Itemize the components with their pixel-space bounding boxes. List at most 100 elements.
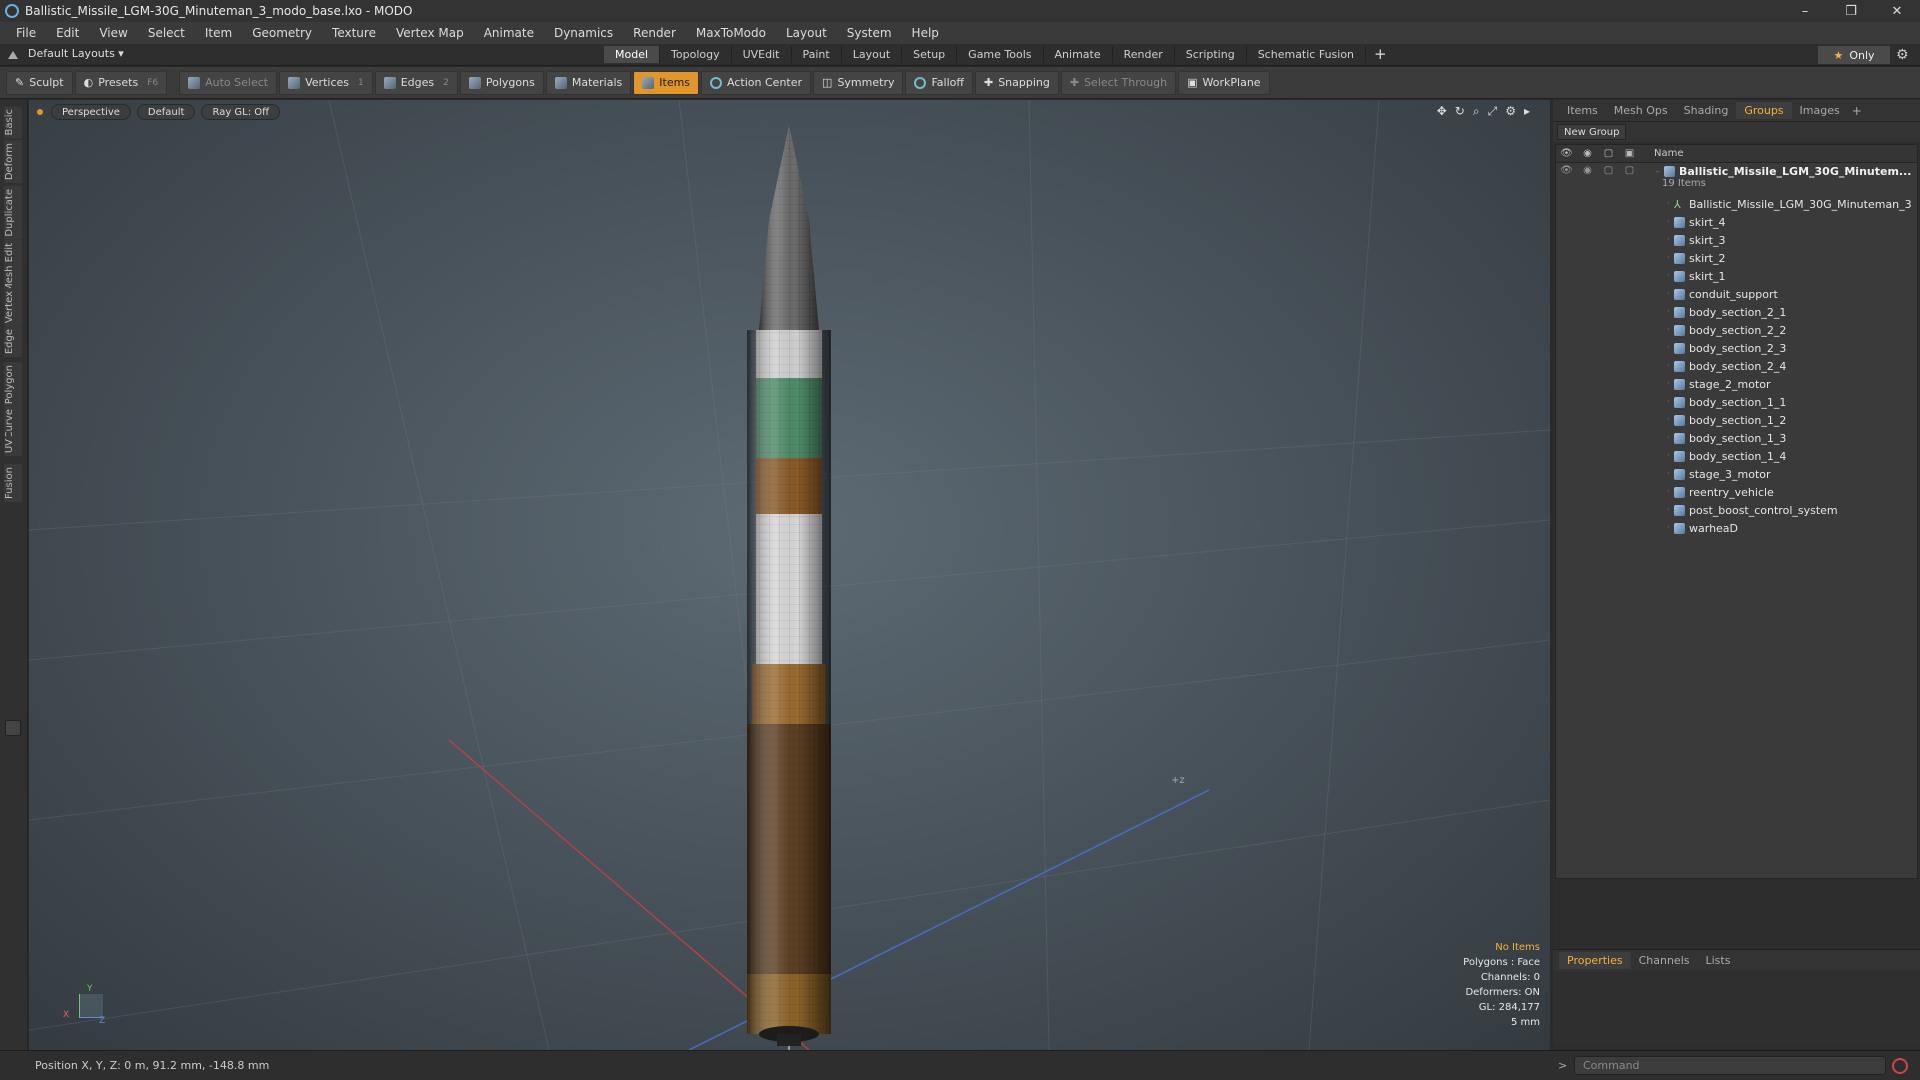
tab-game-tools[interactable]: Game Tools	[957, 46, 1044, 63]
view-mode-pill[interactable]: Perspective	[51, 104, 131, 120]
menu-dynamics[interactable]: Dynamics	[544, 26, 623, 40]
list-item[interactable]: · ⅄ Ballistic_Missile_LGM_30G_Minuteman_3	[1556, 195, 1917, 213]
left-tab-polygon[interactable]: Polygon	[4, 362, 22, 408]
menu-edit[interactable]: Edit	[46, 26, 89, 40]
left-tab-vertex[interactable]: Vertex	[4, 288, 22, 327]
list-item[interactable]: · body_section_2_3	[1556, 339, 1917, 357]
menu-item[interactable]: Item	[195, 26, 242, 40]
list-item[interactable]: · body_section_2_4	[1556, 357, 1917, 375]
list-item[interactable]: · stage_3_motor	[1556, 465, 1917, 483]
symmetry-button[interactable]: ◫ Symmetry	[813, 70, 904, 95]
list-item[interactable]: · skirt_4	[1556, 213, 1917, 231]
auto-select-button[interactable]: Auto Select	[179, 70, 278, 95]
list-item[interactable]: · conduit_support	[1556, 285, 1917, 303]
viewport-expand-icon[interactable]: ▸	[1524, 104, 1530, 119]
tab-model[interactable]: Model	[604, 46, 661, 63]
menu-render[interactable]: Render	[623, 26, 686, 40]
materials-button[interactable]: Materials	[545, 70, 632, 95]
right-tab-images[interactable]: Images	[1792, 102, 1848, 119]
layout-selector[interactable]: Default Layouts ▾	[8, 47, 124, 60]
menu-layout[interactable]: Layout	[776, 26, 837, 40]
3d-viewport[interactable]: Perspective Default Ray GL: Off ✥ ↻ ⌕ ⤢ …	[29, 100, 1550, 1050]
menu-animate[interactable]: Animate	[474, 26, 544, 40]
tab-uvedit[interactable]: UVEdit	[732, 46, 792, 63]
menu-vertex-map[interactable]: Vertex Map	[386, 26, 474, 40]
action-center-button[interactable]: Action Center	[701, 70, 812, 95]
snapping-button[interactable]: ✚ Snapping	[974, 70, 1059, 95]
tab-setup[interactable]: Setup	[902, 46, 958, 63]
left-tab-mesh-edit[interactable]: Mesh Edit	[4, 240, 22, 295]
command-input[interactable]	[1574, 1056, 1886, 1075]
only-button[interactable]: ★ Only	[1818, 46, 1890, 64]
right-tab-items[interactable]: Items	[1559, 102, 1606, 119]
close-button[interactable]: ✕	[1874, 0, 1920, 22]
vertices-button[interactable]: Vertices 1	[279, 70, 373, 95]
presets-button[interactable]: ◐ Presets F6	[74, 70, 168, 95]
group-select-icon[interactable]: ▢	[1619, 165, 1640, 176]
left-tab-uv[interactable]: UV	[4, 436, 22, 457]
left-tab-duplicate[interactable]: Duplicate	[4, 186, 22, 240]
list-item[interactable]: · body_section_2_1	[1556, 303, 1917, 321]
workplane-button[interactable]: ▣ WorkPlane	[1178, 70, 1270, 95]
list-item[interactable]: · skirt_1	[1556, 267, 1917, 285]
viewport-settings-icon[interactable]: ⚙	[1505, 104, 1516, 119]
collapse-icon[interactable]: –	[1640, 167, 1661, 177]
tab-topology[interactable]: Topology	[660, 46, 732, 63]
list-item[interactable]: · body_section_2_2	[1556, 321, 1917, 339]
group-lock-icon[interactable]: ▢	[1598, 165, 1619, 176]
falloff-button[interactable]: Falloff	[905, 70, 973, 95]
fit-icon[interactable]: ⤢	[1488, 104, 1498, 119]
maximize-button[interactable]: ❐	[1828, 0, 1874, 22]
list-item[interactable]: · stage_2_motor	[1556, 375, 1917, 393]
group-row[interactable]: 👁 ◉ ▢ ▢ – Ballistic_Missile_LGM_30G_Minu…	[1556, 163, 1917, 195]
tab-schematic-fusion[interactable]: Schematic Fusion	[1247, 46, 1367, 63]
menu-texture[interactable]: Texture	[322, 26, 386, 40]
raygl-pill[interactable]: Ray GL: Off	[201, 104, 281, 120]
group-render-icon[interactable]: ◉	[1577, 165, 1598, 176]
sculpt-button[interactable]: ✎ Sculpt	[6, 70, 73, 95]
right-tab-shading[interactable]: Shading	[1676, 102, 1737, 119]
minimize-button[interactable]: –	[1782, 0, 1828, 22]
command-arrow-icon[interactable]: >	[1558, 1059, 1567, 1072]
menu-system[interactable]: System	[837, 26, 902, 40]
group-visibility-icon[interactable]: 👁	[1556, 165, 1577, 176]
menu-help[interactable]: Help	[902, 26, 949, 40]
list-item[interactable]: · warheaD	[1556, 519, 1917, 537]
props-tab-channels[interactable]: Channels	[1631, 952, 1698, 969]
lock-column-icon[interactable]: ▢	[1598, 148, 1619, 159]
list-item[interactable]: · skirt_2	[1556, 249, 1917, 267]
command-record-icon[interactable]	[1892, 1058, 1908, 1074]
items-button[interactable]: Items	[633, 70, 700, 95]
shading-mode-pill[interactable]: Default	[136, 104, 196, 120]
polygons-button[interactable]: Polygons	[459, 70, 544, 95]
menu-file[interactable]: File	[6, 26, 46, 40]
gear-icon[interactable]: ⚙	[1896, 47, 1909, 63]
props-tab-lists[interactable]: Lists	[1698, 952, 1739, 969]
list-item[interactable]: · body_section_1_2	[1556, 411, 1917, 429]
right-tab-mesh-ops[interactable]: Mesh Ops	[1606, 102, 1676, 119]
rotate-icon[interactable]: ↻	[1455, 104, 1465, 119]
zoom-icon[interactable]: ⌕	[1473, 104, 1480, 119]
render-column-icon[interactable]: ◉	[1577, 148, 1598, 159]
left-tab-fusion[interactable]: Fusion	[4, 464, 22, 502]
props-tab-properties[interactable]: Properties	[1559, 952, 1631, 969]
left-tab-edge[interactable]: Edge	[4, 326, 22, 358]
menu-view[interactable]: View	[89, 26, 137, 40]
select-through-button[interactable]: ✚ Select Through	[1060, 70, 1177, 95]
tab-paint[interactable]: Paint	[792, 46, 842, 63]
select-column-icon[interactable]: ▣	[1619, 148, 1640, 159]
tab-animate[interactable]: Animate	[1044, 46, 1113, 63]
menu-maxtomodo[interactable]: MaxToModo	[686, 26, 776, 40]
menu-geometry[interactable]: Geometry	[242, 26, 322, 40]
add-panel-tab-button[interactable]: +	[1852, 104, 1862, 118]
tab-render[interactable]: Render	[1113, 46, 1175, 63]
menu-select[interactable]: Select	[138, 26, 195, 40]
list-item[interactable]: · body_section_1_1	[1556, 393, 1917, 411]
list-item[interactable]: · skirt_3	[1556, 231, 1917, 249]
new-group-button[interactable]: New Group	[1557, 124, 1627, 140]
list-item[interactable]: · body_section_1_4	[1556, 447, 1917, 465]
pan-icon[interactable]: ✥	[1437, 104, 1447, 119]
tool-panel-toggle[interactable]	[5, 720, 21, 736]
edges-button[interactable]: Edges 2	[374, 70, 458, 95]
list-item[interactable]: · body_section_1_3	[1556, 429, 1917, 447]
